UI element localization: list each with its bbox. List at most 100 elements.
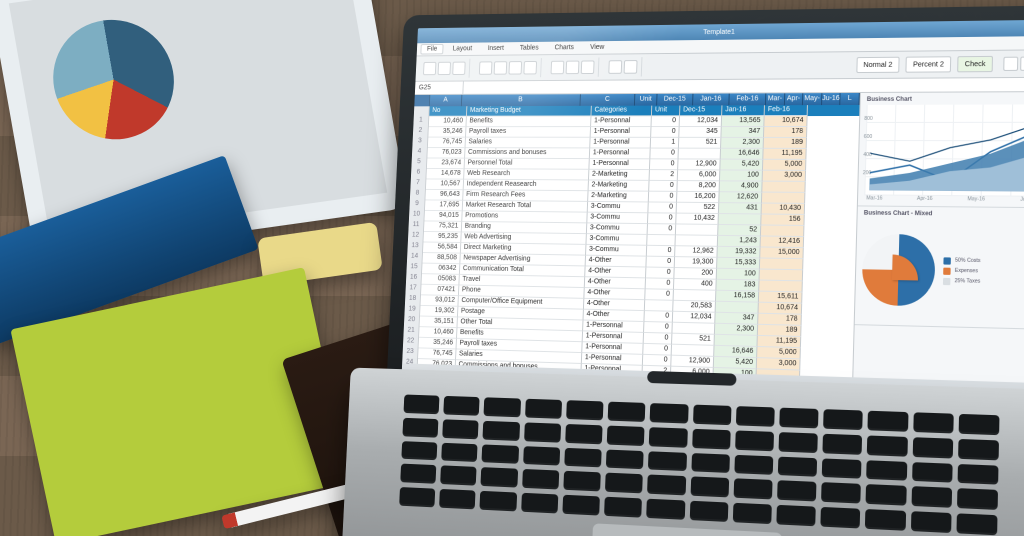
cell[interactable]: 1-Personnal [589, 159, 650, 170]
key[interactable] [956, 514, 997, 536]
cell[interactable]: 5,000 [763, 160, 806, 171]
cell[interactable]: 200 [674, 268, 717, 280]
cell[interactable]: 0 [647, 246, 676, 257]
menu-tables[interactable]: Tables [513, 43, 545, 54]
col-header[interactable]: Feb-16 [729, 93, 766, 105]
cell[interactable]: 10,460 [429, 117, 467, 127]
cell[interactable]: 0 [646, 278, 675, 289]
cell[interactable]: 05083 [421, 274, 459, 285]
cell[interactable]: 10,674 [764, 116, 807, 127]
cell[interactable]: 95,235 [423, 232, 461, 243]
col-header[interactable]: Dec-15 [657, 94, 693, 106]
table-row[interactable]: 235,246Payroll taxes1-Personnal034534717… [413, 127, 859, 138]
cell[interactable]: 3,000 [763, 171, 806, 182]
select-all-corner[interactable] [414, 95, 430, 106]
key[interactable] [823, 434, 863, 455]
key[interactable] [867, 435, 907, 456]
key[interactable] [779, 408, 818, 429]
row-header[interactable]: 21 [403, 327, 419, 338]
key[interactable] [822, 458, 862, 479]
cell[interactable]: 94,015 [424, 211, 462, 222]
key[interactable] [911, 486, 952, 508]
cell[interactable]: 2-Marketing [589, 180, 650, 191]
cell[interactable]: 14,678 [426, 169, 464, 180]
cell[interactable]: 3-Commu [587, 213, 648, 224]
key[interactable] [400, 464, 436, 484]
key[interactable] [692, 429, 731, 450]
align-left-button[interactable] [551, 61, 565, 75]
col-header[interactable]: B [462, 94, 581, 106]
key[interactable] [566, 400, 604, 420]
key[interactable] [401, 441, 437, 461]
cell[interactable]: 400 [674, 279, 717, 291]
cell[interactable]: 12,962 [675, 246, 718, 258]
cell[interactable]: 0 [645, 289, 674, 301]
cell[interactable]: 19,332 [717, 247, 760, 259]
cell[interactable]: 1 [651, 138, 680, 149]
toolbar-button[interactable] [1020, 57, 1024, 71]
cell[interactable]: 156 [761, 214, 805, 226]
cell[interactable]: 3-Commu [588, 202, 649, 213]
cell[interactable] [760, 270, 804, 282]
align-right-button[interactable] [581, 60, 595, 74]
key[interactable] [778, 456, 818, 477]
key[interactable] [521, 493, 558, 514]
cell[interactable]: 15,333 [717, 258, 760, 270]
key[interactable] [958, 439, 999, 460]
cell[interactable]: 15,000 [760, 247, 804, 259]
key[interactable] [565, 424, 603, 444]
key[interactable] [913, 412, 954, 433]
cell[interactable]: 0 [649, 192, 678, 203]
col-header[interactable]: Ju-16 [822, 93, 841, 105]
key[interactable] [647, 475, 685, 496]
key[interactable] [690, 477, 729, 498]
cell[interactable]: 0 [643, 344, 672, 356]
cell[interactable]: 75,321 [424, 221, 462, 232]
key[interactable] [691, 453, 730, 474]
key[interactable] [910, 511, 951, 533]
toolbar-button[interactable] [423, 62, 436, 75]
cell[interactable]: 178 [764, 127, 807, 138]
cell[interactable]: 0 [648, 224, 677, 235]
key[interactable] [646, 499, 684, 520]
key[interactable] [605, 473, 643, 494]
col-header[interactable]: May-16 [803, 93, 822, 105]
cell[interactable]: 3-Commu [587, 223, 648, 235]
cell[interactable]: Web Research [464, 169, 589, 180]
cell[interactable]: 16,158 [716, 291, 759, 303]
row-header[interactable]: 23 [402, 348, 418, 359]
cell[interactable]: 345 [679, 127, 721, 138]
row-header[interactable]: 3 [412, 138, 428, 148]
cell[interactable] [678, 149, 721, 160]
key[interactable] [402, 418, 438, 438]
row-header[interactable]: 15 [406, 263, 422, 274]
cell[interactable]: Personnel Total [465, 159, 590, 170]
key[interactable] [404, 394, 440, 414]
row-header[interactable]: 11 [408, 221, 424, 232]
key[interactable] [481, 468, 518, 488]
cell[interactable]: 0 [651, 116, 680, 127]
cell[interactable]: 13,565 [722, 116, 765, 127]
menu-insert[interactable]: Insert [481, 43, 511, 54]
cell[interactable]: 2-Marketing [588, 191, 649, 202]
font-color-button[interactable] [523, 61, 537, 74]
cell[interactable]: 1-Personnal [591, 127, 652, 138]
cell[interactable]: 10,567 [426, 179, 464, 190]
key[interactable] [777, 481, 817, 502]
key[interactable] [733, 479, 772, 500]
cell[interactable]: 1-Personnal [591, 116, 652, 127]
cell[interactable]: 0 [646, 268, 675, 279]
key[interactable] [778, 432, 818, 453]
key[interactable] [868, 411, 908, 432]
row-header[interactable]: 12 [408, 232, 424, 243]
cell[interactable]: 1-Personnal [590, 138, 651, 149]
cell[interactable]: 1-Personnal [590, 148, 651, 159]
row-header[interactable]: 14 [407, 253, 423, 264]
row-header[interactable]: 9 [409, 200, 425, 211]
style-chip-normal[interactable]: Normal 2 [856, 57, 900, 73]
spreadsheet-grid[interactable]: ABCUnitDec-15Jan-16Feb-16Mar-16Apr-16May… [402, 93, 860, 377]
cell[interactable] [645, 300, 674, 312]
key[interactable] [399, 487, 435, 507]
cell[interactable]: 16,646 [721, 149, 764, 160]
cell[interactable]: 100 [717, 269, 760, 281]
